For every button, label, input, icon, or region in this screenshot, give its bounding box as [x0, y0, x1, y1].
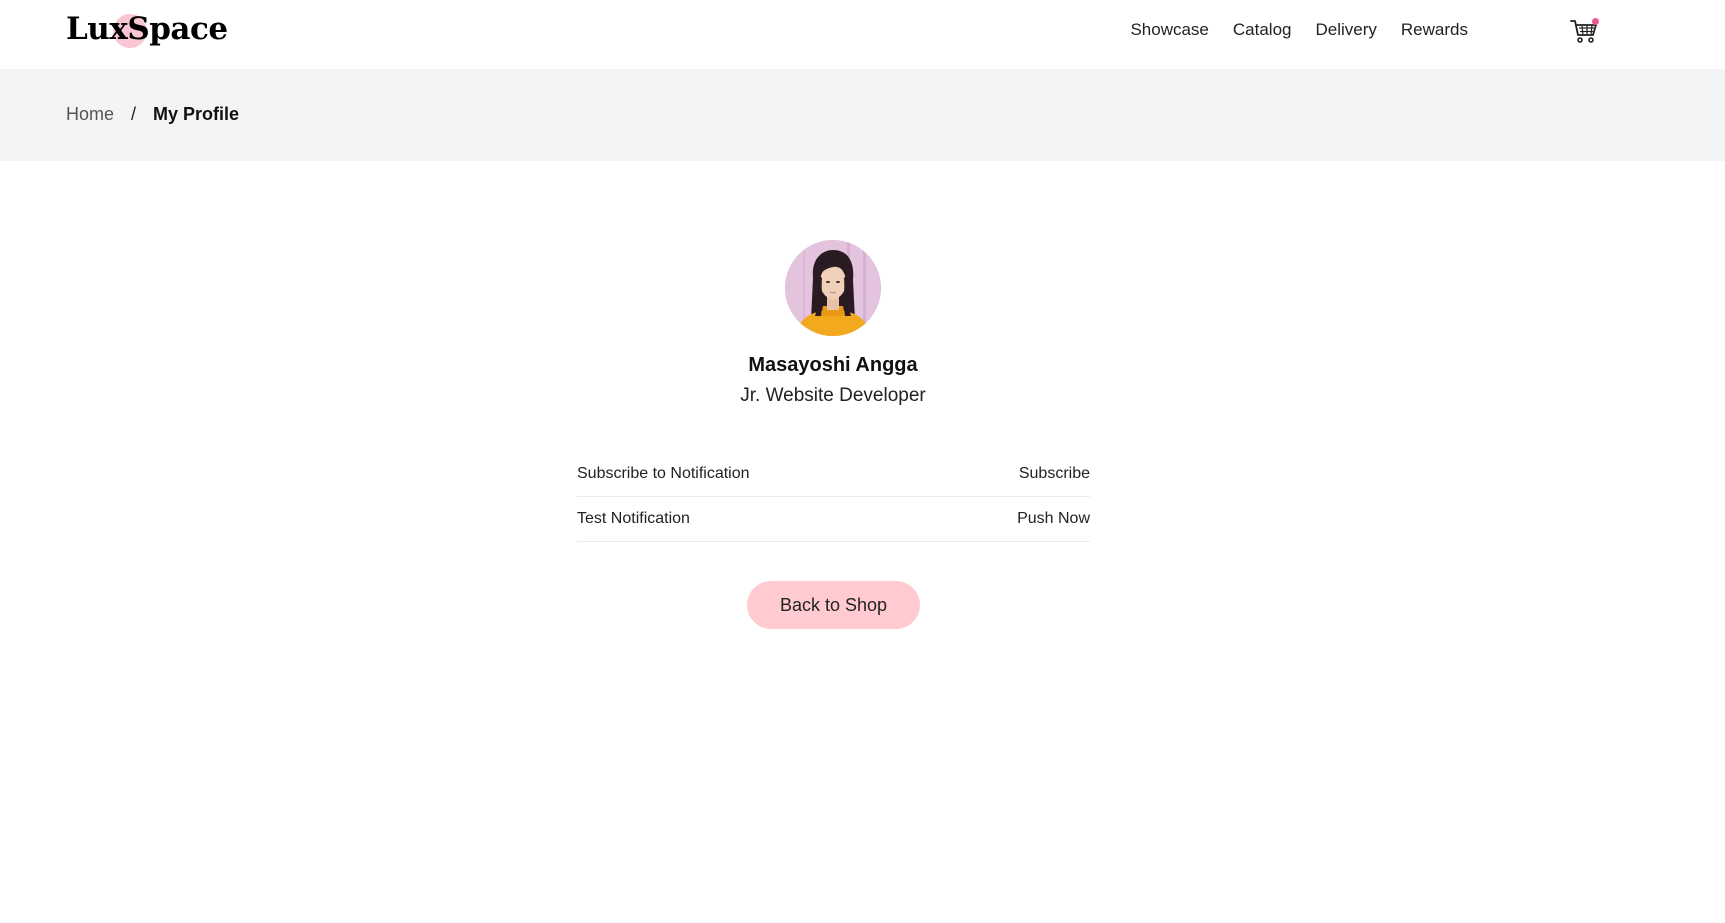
- nav-item-showcase[interactable]: Showcase: [1130, 20, 1208, 40]
- settings-row-label: Test Notification: [577, 510, 690, 527]
- avatar: [785, 240, 881, 336]
- subscribe-link[interactable]: Subscribe: [1019, 465, 1090, 483]
- main-nav: Showcase Catalog Delivery Rewards: [1130, 20, 1468, 40]
- cart-button[interactable]: [1569, 16, 1599, 46]
- nav-item-catalog[interactable]: Catalog: [1233, 20, 1292, 40]
- breadcrumb-separator: /: [131, 104, 137, 124]
- site-header: LuxSpace Showcase Catalog Delivery Rewar…: [0, 0, 1725, 69]
- cart-badge-dot: [1592, 18, 1599, 25]
- nav-item-rewards[interactable]: Rewards: [1401, 20, 1468, 40]
- avatar-portrait-image: [785, 240, 881, 336]
- profile-section: Masayoshi Angga Jr. Website Developer: [0, 240, 1666, 407]
- nav-item-delivery[interactable]: Delivery: [1316, 20, 1377, 40]
- settings-row-subscribe: Subscribe to Notification Subscribe: [577, 452, 1090, 497]
- logo[interactable]: LuxSpace: [66, 11, 228, 47]
- profile-role: Jr. Website Developer: [740, 385, 926, 406]
- notification-settings-list: Subscribe to Notification Subscribe Test…: [577, 452, 1090, 542]
- back-to-shop-button[interactable]: Back to Shop: [747, 581, 920, 629]
- breadcrumb-band: Home / My Profile: [0, 69, 1725, 161]
- settings-row-label: Subscribe to Notification: [577, 465, 750, 482]
- push-now-link[interactable]: Push Now: [1017, 510, 1090, 528]
- breadcrumb-current: My Profile: [153, 104, 240, 124]
- settings-row-test-notification: Test Notification Push Now: [577, 497, 1090, 542]
- profile-name: Masayoshi Angga: [748, 354, 918, 376]
- breadcrumb: Home / My Profile: [66, 104, 239, 125]
- breadcrumb-home-link[interactable]: Home: [66, 104, 114, 125]
